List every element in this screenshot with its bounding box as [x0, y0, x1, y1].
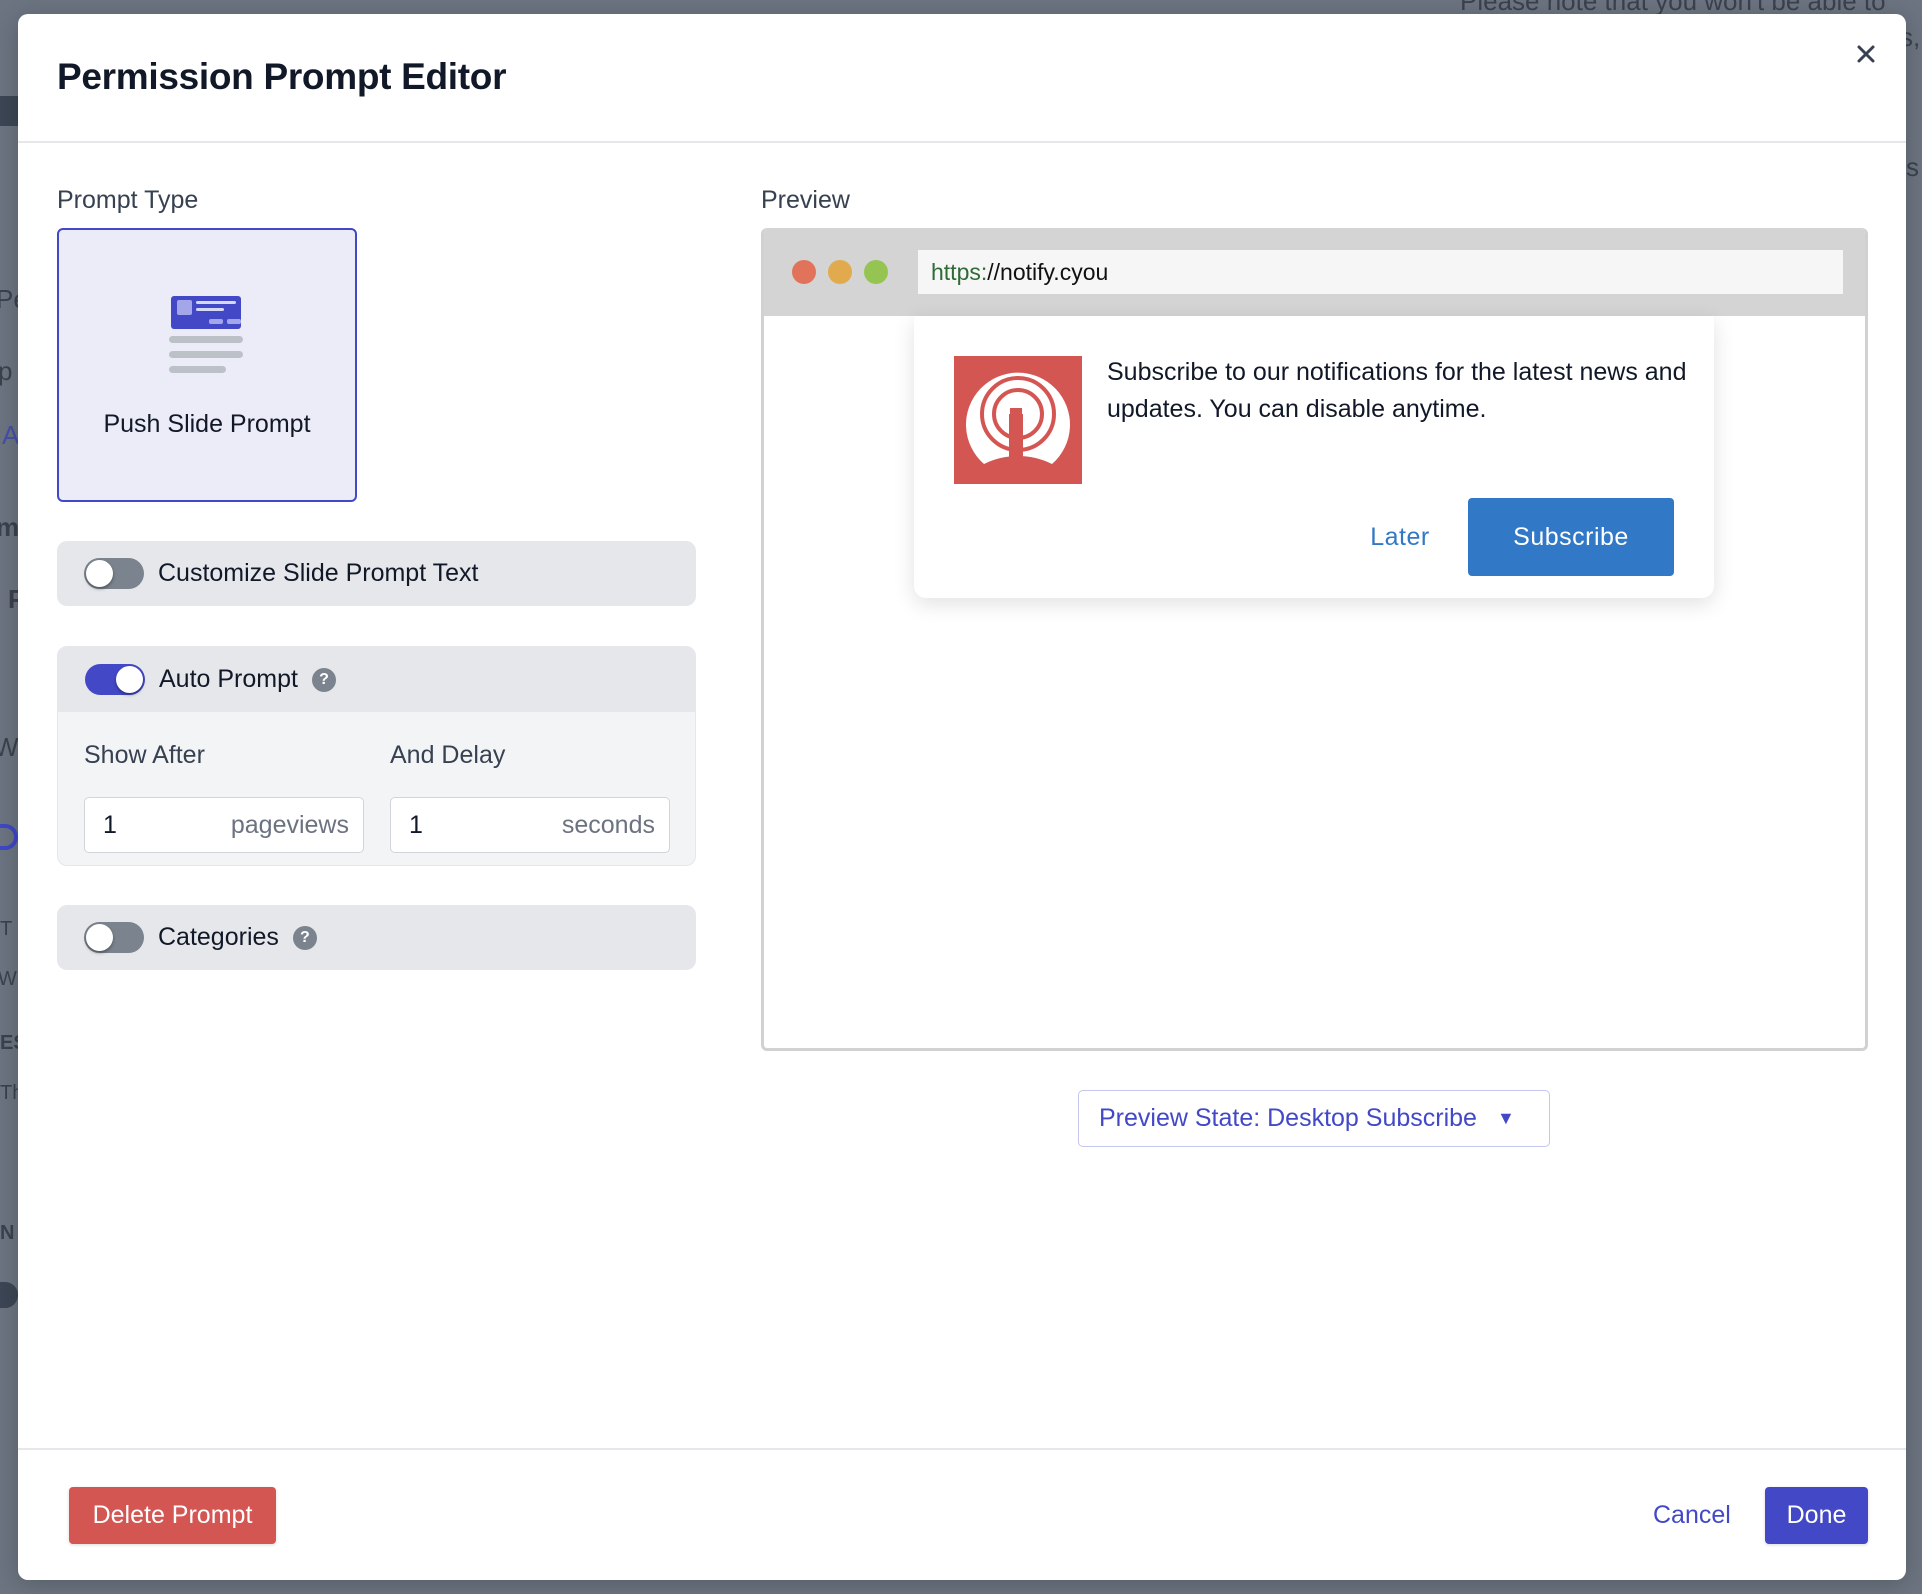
prompt-type-label: Prompt Type	[57, 186, 199, 214]
slide-prompt-popup: Subscribe to our notifications for the l…	[914, 316, 1714, 598]
background-toggle	[0, 1282, 18, 1308]
show-after-unit: pageviews	[230, 810, 349, 839]
auto-prompt-toggle[interactable]	[85, 664, 145, 695]
background-toggle	[0, 824, 18, 850]
help-icon[interactable]: ?	[292, 925, 317, 950]
auto-prompt-panel: Auto Prompt ? Show After And Delay 1 pag…	[57, 646, 696, 866]
categories-row: Categories ?	[57, 905, 696, 970]
broadcast-logo-icon	[966, 372, 1070, 464]
prompt-type-card-push-slide[interactable]: Push Slide Prompt	[57, 228, 357, 502]
show-after-value: 1	[103, 810, 117, 839]
and-delay-unit: seconds	[561, 810, 655, 839]
browser-preview: https://notify.cyou Subscribe to our not…	[761, 228, 1868, 1051]
background-fragment: W	[0, 732, 19, 762]
customize-text-label: Customize Slide Prompt Text	[158, 559, 479, 587]
window-minimize-dot	[828, 260, 852, 284]
categories-panel: Categories ?	[57, 905, 696, 970]
url-bar: https://notify.cyou	[918, 250, 1843, 294]
window-close-dot	[792, 260, 816, 284]
show-after-input[interactable]: 1 pageviews	[84, 797, 364, 853]
categories-toggle[interactable]	[84, 922, 144, 953]
footer-divider	[18, 1448, 1906, 1450]
close-icon	[1857, 45, 1875, 63]
background-fragment: p	[0, 356, 13, 386]
popup-subscribe-button[interactable]: Subscribe	[1468, 498, 1674, 576]
preview-state-label: Preview State: Desktop Subscribe	[1099, 1104, 1477, 1132]
toggle-knob	[116, 666, 143, 693]
background-fragment: s	[1906, 152, 1919, 182]
browser-chrome: https://notify.cyou	[764, 228, 1865, 316]
modal-header: Permission Prompt Editor	[18, 14, 1906, 143]
background-fragment: N	[0, 1222, 15, 1244]
help-icon[interactable]: ?	[311, 667, 336, 692]
auto-prompt-label: Auto Prompt	[159, 665, 298, 693]
permission-prompt-editor-modal: Permission Prompt Editor Prompt Type Pus…	[18, 14, 1906, 1580]
slide-prompt-icon	[169, 296, 243, 373]
caret-down-icon: ▼	[1496, 1108, 1515, 1128]
window-maximize-dot	[864, 260, 888, 284]
preview-label: Preview	[761, 186, 850, 214]
background-nav-bar	[0, 96, 20, 126]
show-after-label: Show After	[84, 741, 205, 769]
and-delay-label: And Delay	[390, 741, 506, 769]
background-fragment: T	[0, 918, 13, 940]
customize-text-panel: Customize Slide Prompt Text	[57, 541, 696, 606]
background-fragment: m	[0, 512, 20, 542]
url-host: //notify.cyou	[987, 258, 1109, 285]
preview-state-dropdown[interactable]: Preview State: Desktop Subscribe ▼	[1078, 1090, 1550, 1147]
background-fragment: A	[2, 420, 20, 450]
close-button[interactable]	[1848, 36, 1884, 72]
and-delay-value: 1	[409, 810, 423, 839]
categories-label: Categories	[158, 923, 279, 951]
toggle-knob	[86, 560, 113, 587]
customize-text-row: Customize Slide Prompt Text	[57, 541, 696, 606]
cancel-button[interactable]: Cancel	[1653, 1487, 1731, 1544]
and-delay-input[interactable]: 1 seconds	[390, 797, 670, 853]
customize-text-toggle[interactable]	[84, 558, 144, 589]
prompt-type-card-label: Push Slide Prompt	[103, 410, 311, 438]
url-scheme: https:	[931, 258, 988, 285]
auto-prompt-row: Auto Prompt ?	[58, 647, 695, 712]
popup-later-button[interactable]: Later	[1345, 498, 1455, 576]
done-button[interactable]: Done	[1765, 1487, 1868, 1544]
modal-title: Permission Prompt Editor	[57, 56, 507, 97]
background-fragment: W	[0, 968, 17, 990]
popup-message: Subscribe to our notifications for the l…	[1107, 358, 1687, 423]
site-logo	[954, 356, 1082, 484]
delete-prompt-button[interactable]: Delete Prompt	[69, 1487, 276, 1544]
toggle-knob	[86, 924, 113, 951]
